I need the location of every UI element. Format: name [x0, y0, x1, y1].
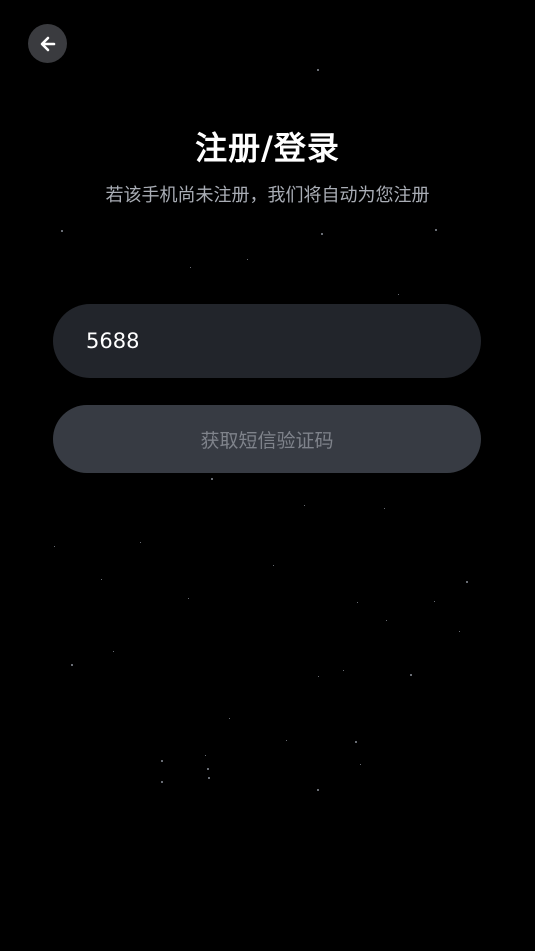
page-title: 注册/登录: [195, 129, 340, 167]
star: [317, 69, 319, 71]
star: [384, 508, 385, 509]
star: [211, 478, 213, 480]
back-button[interactable]: [28, 24, 67, 63]
star: [101, 579, 102, 580]
star: [304, 505, 305, 506]
star: [205, 755, 206, 756]
phone-input[interactable]: [53, 304, 481, 378]
star: [466, 581, 468, 583]
get-sms-code-label: 获取短信验证码: [200, 429, 334, 452]
star: [386, 620, 387, 621]
star: [71, 664, 73, 666]
arrow-left-icon: [40, 36, 55, 51]
star: [343, 670, 344, 671]
star: [229, 718, 230, 719]
star: [355, 741, 357, 743]
star: [247, 259, 248, 260]
star: [208, 777, 210, 779]
star: [398, 294, 399, 295]
star: [140, 542, 141, 543]
star: [318, 676, 319, 677]
star: [434, 601, 435, 602]
star: [360, 764, 361, 765]
star: [459, 631, 460, 632]
star: [273, 565, 274, 566]
star: [190, 267, 191, 268]
star: [357, 602, 358, 603]
star: [286, 740, 287, 741]
star: [321, 233, 323, 235]
get-sms-code-button[interactable]: 获取短信验证码: [53, 405, 481, 473]
star: [188, 598, 189, 599]
star: [317, 789, 319, 791]
subtitle: 若该手机尚未注册，我们将自动为您注册: [105, 185, 430, 206]
star: [161, 781, 163, 783]
star: [113, 651, 114, 652]
star: [54, 546, 55, 547]
star: [161, 760, 163, 762]
star: [207, 768, 209, 770]
star: [410, 674, 412, 676]
star: [61, 230, 63, 232]
star: [435, 229, 437, 231]
